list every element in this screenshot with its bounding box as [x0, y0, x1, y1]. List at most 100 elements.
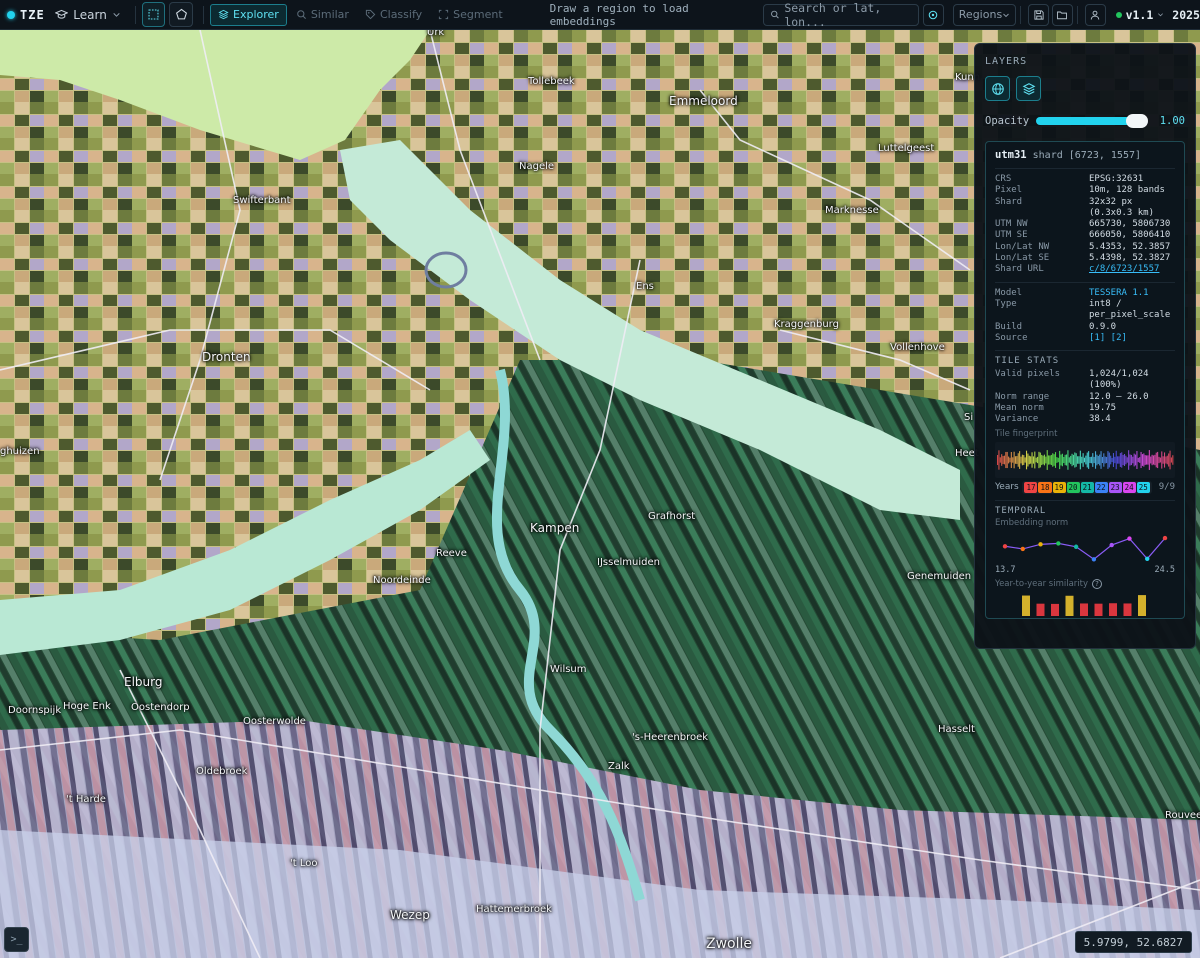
fingerprint-band — [1028, 455, 1030, 464]
year-chip[interactable]: 19 — [1052, 481, 1066, 493]
place-label[interactable]: Urk — [427, 30, 444, 38]
place-label[interactable]: Ens — [636, 281, 654, 292]
place-label[interactable]: Elburg — [124, 675, 162, 689]
place-label[interactable]: Wilsum — [550, 664, 587, 675]
place-label[interactable]: ghuizen — [0, 446, 40, 457]
place-label[interactable]: Luttelgeest — [878, 143, 934, 154]
fingerprint-band — [1140, 451, 1142, 468]
norm-point — [1162, 535, 1168, 540]
place-label[interactable]: Nagele — [519, 161, 554, 172]
place-label[interactable]: 't Loo — [290, 858, 317, 869]
year-chip[interactable]: 25 — [1136, 481, 1150, 493]
help-icon[interactable]: ? — [1092, 578, 1103, 589]
learn-menu[interactable]: Learn — [55, 8, 129, 22]
place-label[interactable]: Grafhorst — [648, 511, 695, 522]
year-chip[interactable]: 24 — [1122, 481, 1136, 493]
tile-stats: TILE STATS Valid pixels 1,024/1,024 (100%)… — [995, 350, 1175, 494]
place-label[interactable]: Wezep — [390, 908, 430, 922]
place-label[interactable]: Dronten — [202, 350, 251, 364]
tab-classify[interactable]: Classify — [358, 4, 429, 26]
slider-thumb[interactable] — [1125, 114, 1148, 128]
year-chip[interactable]: 21 — [1080, 481, 1094, 493]
fingerprint-band — [1146, 455, 1148, 465]
fingerprint-band — [1077, 455, 1079, 464]
shard-details: CRS EPSG:32631 Pixel 10m, 128 bands Shard 32x… — [995, 168, 1175, 276]
opacity-slider[interactable] — [1036, 114, 1148, 128]
fingerprint-band — [1101, 456, 1103, 463]
fingerprint-band — [1099, 454, 1101, 466]
place-label[interactable]: 's-Heerenbroek — [632, 732, 708, 743]
year-chip[interactable]: 17 — [1024, 481, 1038, 493]
info-value[interactable]: TESSERA 1.1 — [1089, 288, 1149, 299]
place-label[interactable]: Noordeinde — [373, 575, 431, 586]
place-label[interactable]: IJsselmuiden — [597, 557, 660, 568]
year-chip[interactable]: 18 — [1038, 481, 1052, 493]
tab-similar[interactable]: Similar — [289, 4, 356, 26]
fingerprint-band — [1074, 452, 1076, 468]
search-input[interactable]: Search or lat, lon... — [762, 1, 919, 29]
user-account-button[interactable] — [1084, 3, 1106, 26]
place-label[interactable]: Hattemerbroek — [476, 904, 552, 915]
year-selector[interactable]: 2025 — [1172, 8, 1200, 22]
polygon-select-button[interactable] — [169, 2, 194, 27]
place-label[interactable]: Doornspijk — [8, 705, 61, 716]
place-label[interactable]: Rouveen — [1165, 810, 1200, 821]
place-label[interactable]: Oldebroek — [196, 766, 247, 777]
place-label[interactable]: Marknesse — [825, 205, 879, 216]
info-value[interactable]: [1] [2] — [1089, 333, 1127, 344]
place-label[interactable]: Kraggenburg — [774, 319, 839, 330]
years-selector: 17 18 19 20 21 22 23 24 25 — [1022, 480, 1152, 494]
regions-dropdown[interactable]: Regions — [952, 3, 1017, 26]
place-label[interactable]: Zalk — [608, 761, 630, 772]
year-chip[interactable]: 23 — [1108, 481, 1122, 493]
place-label[interactable]: Zwolle — [706, 936, 752, 952]
version-selector[interactable]: v1.1 — [1115, 8, 1165, 22]
info-value: 10m, 128 bands — [1089, 185, 1165, 196]
fingerprint-band — [1049, 455, 1051, 465]
fingerprint-band — [1159, 457, 1161, 463]
place-label[interactable]: Oosterwolde — [243, 716, 306, 727]
embedding-norm-chart — [1002, 535, 1168, 562]
place-label[interactable]: Kampen — [530, 521, 579, 535]
fingerprint-band — [1001, 453, 1003, 466]
place-label[interactable]: Vollenhove — [890, 342, 945, 353]
tab-explorer-label: Explorer — [233, 8, 279, 21]
place-label[interactable]: Oostendorp — [131, 702, 190, 713]
norm-point — [1056, 540, 1061, 546]
folder-icon — [1057, 11, 1068, 19]
status-dot-icon — [7, 10, 15, 19]
place-label[interactable]: Hoge Enk — [63, 701, 111, 712]
terminal-button[interactable]: >_ — [4, 927, 29, 952]
year-chip[interactable]: 22 — [1094, 481, 1108, 493]
save-button[interactable] — [1028, 3, 1049, 26]
info-value[interactable]: c/8/6723/1557 — [1089, 264, 1159, 275]
place-label[interactable]: 't Harde — [66, 794, 106, 805]
fingerprint-band — [1137, 457, 1139, 462]
place-label[interactable]: Tollebeek — [528, 76, 575, 87]
place-label[interactable]: Swifterbant — [233, 195, 291, 206]
place-label[interactable]: Genemuiden — [907, 571, 971, 582]
globe-layer-button[interactable] — [985, 76, 1010, 101]
rectangle-select-button[interactable] — [141, 2, 166, 27]
app-brand[interactable]: TZE — [0, 8, 51, 22]
place-label[interactable]: Si — [964, 412, 973, 423]
open-folder-button[interactable] — [1051, 3, 1073, 26]
locate-button[interactable] — [922, 3, 944, 26]
place-label[interactable]: Hasselt — [938, 724, 975, 735]
year-chip[interactable]: 20 — [1066, 481, 1080, 493]
fingerprint-band — [1039, 452, 1041, 468]
fingerprint-band — [1150, 456, 1152, 464]
place-label[interactable]: Reeve — [436, 548, 467, 559]
place-label[interactable]: Emmeloord — [669, 94, 738, 108]
tab-explorer[interactable]: Explorer — [210, 3, 287, 26]
fingerprint-band — [1129, 454, 1131, 466]
tab-segment[interactable]: Segment — [431, 4, 510, 26]
fingerprint-band — [1157, 451, 1159, 468]
info-key — [995, 208, 1089, 219]
info-row: Build 0.9.0 — [995, 322, 1175, 333]
fingerprint-band — [1067, 449, 1069, 470]
stack-layer-button[interactable] — [1016, 76, 1041, 101]
fingerprint-band — [997, 454, 999, 465]
info-row: per_pixel_scale — [995, 310, 1175, 321]
norm-point — [1109, 542, 1114, 547]
